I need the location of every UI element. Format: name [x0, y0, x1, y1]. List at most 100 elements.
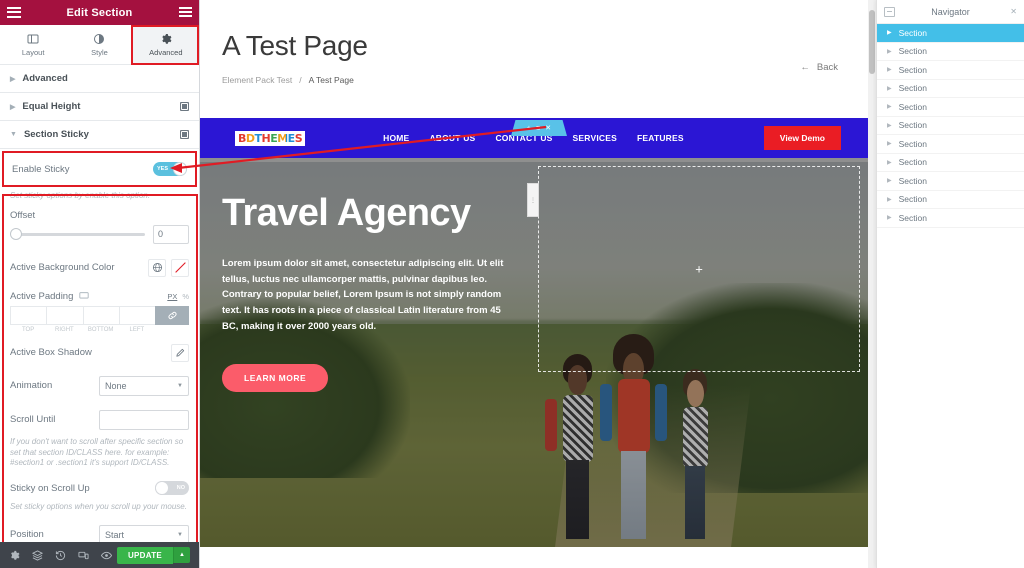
canvas-scrollbar[interactable] [868, 0, 876, 568]
navigator-item-9[interactable]: ▶ Section [877, 191, 1024, 209]
color-buttons [148, 258, 189, 277]
plus-icon[interactable]: + [695, 263, 703, 276]
close-icon[interactable]: ✕ [1010, 7, 1017, 16]
padding-right-input[interactable] [46, 305, 83, 325]
position-label: Position [10, 529, 44, 541]
tab-style[interactable]: Style [66, 25, 132, 64]
canvas-scrollbar-thumb[interactable] [869, 10, 875, 74]
enable-sticky-toggle[interactable]: YES [153, 162, 187, 176]
edit-icon[interactable]: ■ [536, 125, 540, 132]
grid-icon[interactable] [179, 6, 192, 19]
nav-link-home[interactable]: HOME [383, 133, 409, 143]
navigator-item-0[interactable]: ▶ Section [877, 24, 1024, 43]
accordion-advanced-label: Advanced [22, 73, 68, 84]
minimize-icon[interactable] [884, 6, 895, 17]
accordion-equal-height[interactable]: ▶ Equal Height [0, 93, 199, 121]
navigator-item-label: Section [898, 64, 927, 75]
chevron-right-icon[interactable]: ▶ [887, 159, 892, 166]
navigator-item-8[interactable]: ▶ Section [877, 172, 1024, 191]
breadcrumb-item-0[interactable]: Element Pack Test [222, 75, 292, 85]
caret-up-icon[interactable]: ▲ [173, 547, 190, 563]
sticky-scroll-up-row: Sticky on Scroll Up NO [10, 474, 189, 502]
chevron-right-icon[interactable]: ▶ [887, 196, 892, 203]
chevron-right-icon[interactable]: ▶ [887, 140, 892, 147]
navigator-item-6[interactable]: ▶ Section [877, 135, 1024, 154]
responsive-icon[interactable] [78, 550, 89, 561]
view-demo-button[interactable]: View Demo [763, 126, 841, 150]
chevron-right-icon[interactable]: ▶ [887, 214, 892, 221]
position-select[interactable]: Start ▼ [99, 524, 189, 542]
enable-sticky-desc: Set sticky options by enable this option… [10, 191, 151, 200]
padding-left-input[interactable] [118, 305, 155, 325]
offset-slider-handle[interactable] [10, 228, 22, 241]
navigator-item-1[interactable]: ▶ Section [877, 43, 1024, 61]
breadcrumb: Element Pack Test / A Test Page [222, 75, 854, 85]
globe-icon[interactable] [148, 258, 166, 277]
learn-more-button[interactable]: LEARN MORE [222, 364, 329, 393]
position-select-value: Start [105, 529, 125, 540]
close-icon[interactable]: ✕ [545, 125, 551, 132]
chevron-right-icon[interactable]: ▶ [887, 29, 892, 36]
nav-link-features[interactable]: FEATURES [637, 133, 684, 143]
animation-select[interactable]: None ▼ [99, 375, 189, 396]
layers-icon[interactable] [32, 549, 43, 561]
offset-input[interactable]: 0 [153, 224, 189, 244]
padding-top-input[interactable] [10, 305, 47, 325]
chevron-right-icon[interactable]: ▶ [887, 122, 892, 129]
sticky-scroll-up-toggle[interactable]: NO [155, 481, 189, 496]
hamburger-icon[interactable] [7, 6, 21, 19]
pencil-icon[interactable] [171, 343, 189, 362]
navigator-item-10[interactable]: ▶ Section [877, 209, 1024, 228]
update-button[interactable]: UPDATE [116, 546, 174, 564]
navigator-item-4[interactable]: ▶ Section [877, 98, 1024, 117]
site-logo[interactable]: BDTHEMES [235, 130, 306, 146]
history-icon[interactable] [55, 550, 66, 561]
no-color-icon[interactable] [171, 258, 189, 277]
tab-advanced-label: Advanced [149, 47, 183, 57]
tab-advanced[interactable]: Advanced [132, 25, 199, 64]
navigator-item-label: Section [898, 83, 927, 94]
navigator-title: Navigator [931, 6, 970, 17]
navigator-item-2[interactable]: ▶ Section [877, 61, 1024, 80]
accordion-equal-height-label: Equal Height [22, 101, 81, 112]
add-icon[interactable]: + [527, 125, 531, 132]
accordion-advanced[interactable]: ▶ Advanced [0, 65, 199, 93]
column-selection-outline[interactable]: + ⋮ [527, 166, 860, 372]
navigator-item-3[interactable]: ▶ Section [877, 80, 1024, 98]
navigator-item-label: Section [898, 175, 927, 186]
offset-slider[interactable] [10, 228, 145, 241]
panel-body: ▶ Advanced ▶ Equal Height ▼ Section Stic… [0, 65, 199, 542]
padding-bottom-label: BOTTOM [87, 326, 114, 333]
gear-icon[interactable] [9, 550, 20, 561]
chevron-right-icon[interactable]: ▶ [887, 103, 892, 110]
chevron-down-icon: ▼ [177, 531, 183, 538]
accordion-section-sticky[interactable]: ▼ Section Sticky [0, 121, 199, 149]
preview-icon[interactable] [101, 550, 112, 561]
chevron-right-icon[interactable]: ▶ [887, 66, 892, 73]
desktop-icon[interactable] [79, 291, 89, 301]
navigator-item-5[interactable]: ▶ Section [877, 117, 1024, 135]
nav-link-services[interactable]: SERVICES [573, 133, 617, 143]
chevron-right-icon[interactable]: ▶ [887, 48, 892, 55]
chevron-right-icon[interactable]: ▶ [887, 85, 892, 92]
column-handle[interactable]: ⋮ [527, 183, 539, 217]
panel-footer: UPDATE ▲ [0, 542, 199, 568]
link-icon[interactable] [155, 305, 189, 325]
unit-percent[interactable]: % [182, 292, 189, 301]
navigator-item-7[interactable]: ▶ Section [877, 154, 1024, 172]
navigator-item-label: Section [898, 120, 927, 131]
tab-layout[interactable]: Layout [0, 25, 66, 64]
tab-layout-label: Layout [21, 47, 45, 57]
panel-tabs: Layout Style Advanced [0, 25, 199, 65]
section-handle[interactable]: + ■ ✕ [511, 120, 567, 136]
nav-link-about-us[interactable]: ABOUT US [429, 133, 475, 143]
animation-row: Animation None ▼ [10, 369, 189, 403]
chevron-right-icon[interactable]: ▶ [887, 177, 892, 184]
position-row: Position Start ▼ [10, 518, 189, 542]
back-link[interactable]: ← Back [800, 62, 838, 73]
unit-switcher: PX % [167, 292, 189, 301]
padding-bottom-input[interactable] [82, 305, 119, 325]
site-logo-text: BDTHEMES [238, 131, 303, 145]
unit-px[interactable]: PX [167, 292, 177, 301]
scroll-until-input[interactable] [99, 409, 189, 430]
